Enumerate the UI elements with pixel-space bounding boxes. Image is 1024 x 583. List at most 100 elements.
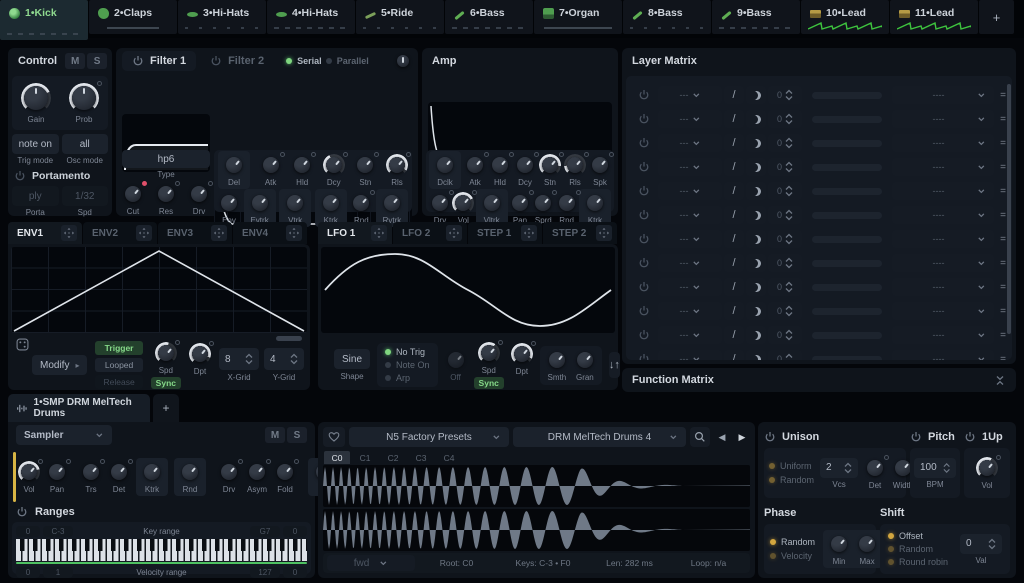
matrix-row-power-icon[interactable]: [638, 113, 650, 125]
matrix-source-select[interactable]: ---: [658, 206, 722, 224]
sampler-mute-button[interactable]: M: [265, 427, 285, 443]
smp-rnd-knob[interactable]: Rnd: [174, 458, 206, 496]
matrix-target-select[interactable]: ----: [892, 278, 994, 296]
matrix-scrollbar[interactable]: [1007, 84, 1011, 334]
matrix-source-select[interactable]: ---: [658, 230, 722, 248]
matrix-amount-slider[interactable]: [812, 236, 882, 243]
matrix-target-select[interactable]: ----: [892, 230, 994, 248]
matrix-row-drag-handle[interactable]: =: [996, 354, 1010, 361]
matrix-curve-linear-button[interactable]: /: [724, 302, 744, 320]
matrix-row-power-icon[interactable]: [638, 281, 650, 293]
matrix-source-select[interactable]: ---: [658, 254, 722, 272]
add-sample-layer-button[interactable]: +: [153, 394, 179, 422]
filter-env-amt-knob[interactable]: Env: [218, 192, 240, 225]
porta-mode-select[interactable]: ply: [12, 186, 59, 206]
playmode-select[interactable]: fwd: [327, 555, 415, 571]
matrix-amount-slider[interactable]: [812, 164, 882, 171]
smp-ktrk-knob[interactable]: Ktrk: [136, 458, 168, 496]
tab-organ[interactable]: 7•Organ: [534, 0, 622, 34]
env-dpt-knob[interactable]: Dpt: [189, 343, 211, 376]
vel-range-b[interactable]: 0: [283, 567, 307, 578]
ranges-power-icon[interactable]: [16, 506, 28, 518]
matrix-curve-linear-button[interactable]: /: [724, 110, 744, 128]
matrix-curve-linear-button[interactable]: /: [724, 326, 744, 344]
note-tab-c1[interactable]: C1: [352, 451, 378, 464]
tab-lead-10[interactable]: 10•Lead: [801, 0, 889, 34]
matrix-curve-shape-button[interactable]: [746, 278, 766, 296]
trig-mode-select[interactable]: note on: [12, 134, 59, 154]
matrix-row-power-icon[interactable]: [638, 137, 650, 149]
filter-mix-knob[interactable]: [394, 52, 412, 70]
unison-uniform-radio[interactable]: Uniform: [769, 461, 814, 471]
matrix-target-select[interactable]: ----: [892, 110, 994, 128]
matrix-amount-slider[interactable]: [812, 308, 882, 315]
matrix-amount-stepper[interactable]: 0: [768, 350, 802, 360]
matrix-curve-shape-button[interactable]: [746, 350, 766, 360]
sampler-solo-button[interactable]: S: [287, 427, 307, 443]
matrix-target-select[interactable]: ----: [892, 86, 994, 104]
matrix-target-select[interactable]: ----: [892, 182, 994, 200]
amp-spk-knob[interactable]: Spk: [589, 154, 611, 187]
res-knob[interactable]: Res: [155, 183, 177, 216]
matrix-row-power-icon[interactable]: [638, 305, 650, 317]
matrix-amount-slider[interactable]: [812, 188, 882, 195]
porta-speed-select[interactable]: 1/32: [62, 186, 109, 206]
drv-knob[interactable]: Drv: [188, 183, 210, 216]
modify-menu[interactable]: Modify▸: [32, 355, 87, 375]
matrix-source-select[interactable]: ---: [658, 326, 722, 344]
lfo-smth-knob[interactable]: Smth: [546, 349, 568, 382]
oneup-vol-knob[interactable]: Vol: [976, 457, 998, 490]
mute-button[interactable]: M: [65, 53, 85, 69]
lfo-fade-knob[interactable]: Off: [445, 349, 467, 382]
matrix-curve-linear-button[interactable]: /: [724, 86, 744, 104]
matrix-amount-stepper[interactable]: 0: [768, 110, 802, 128]
sample-waveform-display[interactable]: [323, 465, 750, 551]
matrix-curve-shape-button[interactable]: [746, 254, 766, 272]
amp-rnd-knob[interactable]: Rnd: [556, 192, 578, 225]
matrix-source-select[interactable]: ---: [658, 158, 722, 176]
prob-knob[interactable]: Prob: [69, 83, 99, 124]
matrix-amount-slider[interactable]: [812, 140, 882, 147]
bpm-stepper[interactable]: 100: [914, 458, 956, 478]
unison-power-icon[interactable]: [764, 431, 776, 443]
y-grid-stepper[interactable]: 4: [264, 348, 304, 370]
amp-stn-knob[interactable]: Stn: [539, 154, 561, 187]
matrix-amount-stepper[interactable]: 0: [768, 134, 802, 152]
matrix-target-select[interactable]: ----: [892, 206, 994, 224]
smp-pan-knob[interactable]: Pan: [46, 461, 68, 494]
serial-radio[interactable]: Serial: [286, 56, 322, 66]
matrix-source-select[interactable]: ---: [658, 302, 722, 320]
move-icon[interactable]: [596, 225, 612, 241]
matrix-curve-linear-button[interactable]: /: [724, 134, 744, 152]
matrix-row-power-icon[interactable]: [638, 353, 650, 360]
lfo-gran-knob[interactable]: Gran: [574, 349, 596, 382]
filter-env-atk-knob[interactable]: Atk: [260, 154, 282, 187]
filter-env-dcy-knob[interactable]: Dcy: [323, 154, 345, 187]
matrix-target-select[interactable]: ----: [892, 350, 994, 360]
key-range-low-vel[interactable]: 0: [16, 526, 40, 537]
sort-icon[interactable]: ↓↑: [609, 352, 620, 378]
amp-hld-knob[interactable]: Hld: [489, 154, 511, 187]
matrix-curve-shape-button[interactable]: [746, 158, 766, 176]
key-range-high[interactable]: G7: [250, 526, 280, 537]
smp-vol-knob[interactable]: Vol: [18, 461, 40, 494]
phase-velocity-radio[interactable]: Velocity: [770, 551, 815, 561]
matrix-amount-stepper[interactable]: 0: [768, 158, 802, 176]
matrix-source-select[interactable]: ---: [658, 350, 722, 360]
shift-offset-radio[interactable]: Offset: [888, 531, 952, 541]
add-layer-tab-button[interactable]: +: [979, 0, 1014, 34]
tab-ride[interactable]: 5•Ride: [356, 0, 444, 34]
tab-bass-8[interactable]: 8•Bass: [623, 0, 711, 34]
tab-lead-11[interactable]: 11•Lead: [890, 0, 978, 34]
amp-dclk-knob[interactable]: Dclk: [429, 151, 461, 189]
env-scrollbar-handle[interactable]: [276, 336, 302, 341]
voices-stepper[interactable]: 2: [820, 458, 858, 478]
lfo-spd-knob[interactable]: Spd: [478, 342, 500, 375]
matrix-amount-stepper[interactable]: 0: [768, 302, 802, 320]
oneup-power-icon[interactable]: [964, 431, 976, 443]
search-button[interactable]: [690, 427, 710, 447]
tab-env1[interactable]: ENV1: [8, 222, 82, 244]
matrix-row-power-icon[interactable]: [638, 329, 650, 341]
move-icon[interactable]: [211, 225, 227, 241]
amp-vol-knob[interactable]: Vol: [452, 192, 474, 225]
